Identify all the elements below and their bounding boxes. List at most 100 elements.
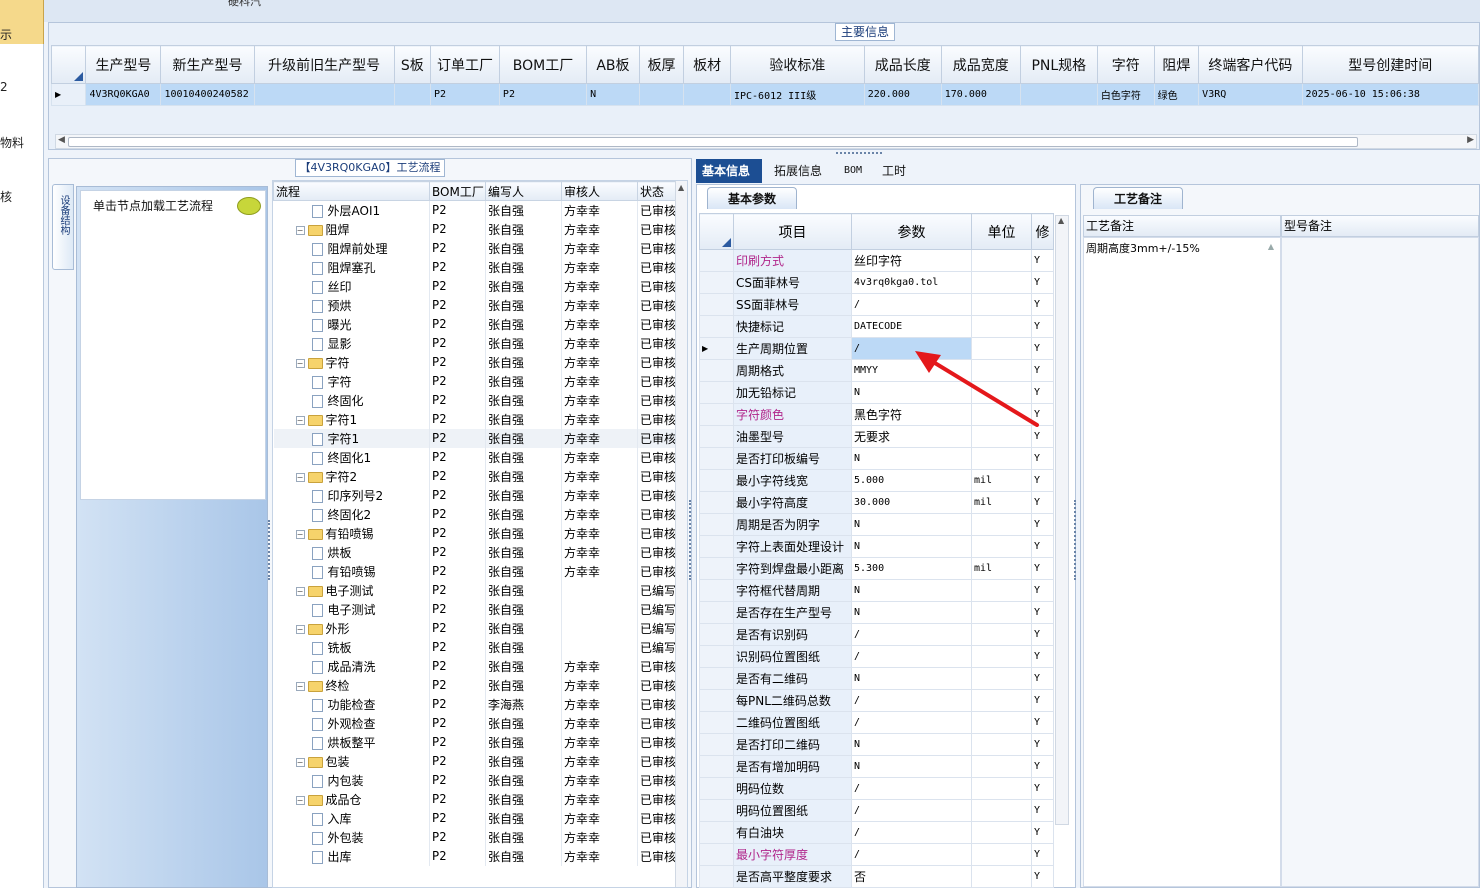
tree-row[interactable]: 外包装 P2 张自强 方幸幸 已审核 (273, 827, 678, 847)
cell[interactable]: 绿色 (1153, 83, 1200, 106)
tree-scrollbar[interactable]: ▲ (675, 181, 687, 887)
collapse-icon[interactable]: − (295, 624, 305, 634)
tree-row[interactable]: 曝光 P2 张自强 方幸幸 已审核 (273, 314, 678, 334)
tree-row[interactable]: − 字符2 P2 张自强 方幸幸 已审核 (273, 466, 678, 486)
collapse-icon[interactable]: − (295, 586, 305, 596)
row-header[interactable] (699, 271, 734, 294)
param-value[interactable]: 5.000 (851, 469, 972, 492)
column-header[interactable]: 升级前旧生产型号 (253, 45, 395, 84)
column-header[interactable]: 生产型号 (85, 45, 162, 84)
collapse-icon[interactable]: − (295, 225, 305, 235)
tab-work-hours[interactable]: 工时 (876, 159, 912, 183)
tree-node[interactable]: 电子测试 (273, 599, 430, 619)
collapse-icon[interactable]: − (295, 415, 305, 425)
column-header[interactable]: 阻焊 (1153, 45, 1200, 84)
cell[interactable]: 220.000 (863, 83, 942, 106)
column-header[interactable]: PNL规格 (1019, 45, 1098, 84)
param-value[interactable]: N (851, 513, 972, 536)
row-header[interactable] (699, 799, 734, 822)
row-header[interactable] (699, 689, 734, 712)
tree-node[interactable]: 终固化 (273, 390, 430, 410)
vertical-splitter[interactable] (268, 520, 271, 580)
tree-row[interactable]: − 成品仓 P2 张自强 方幸幸 已审核 (273, 789, 678, 809)
param-row[interactable]: SS面菲林号 / Y (699, 293, 1054, 316)
tree-row[interactable]: 烘板整平 P2 张自强 方幸幸 已审核 (273, 732, 678, 752)
param-row[interactable]: 油墨型号 无要求 Y (699, 425, 1054, 448)
column-header[interactable]: 终端客户代码 (1198, 45, 1303, 84)
column-header[interactable]: 成品长度 (863, 45, 942, 84)
column-header[interactable]: 板材 (683, 45, 731, 84)
column-header[interactable]: 板厚 (638, 45, 685, 84)
row-header[interactable] (699, 843, 734, 866)
collapse-icon[interactable]: − (295, 757, 305, 767)
cell[interactable] (1019, 83, 1098, 106)
tree-node[interactable]: − 字符1 (273, 409, 430, 429)
tree-node[interactable]: 阻焊前处理 (273, 238, 430, 258)
collapse-icon[interactable]: − (295, 681, 305, 691)
param-value[interactable]: / (851, 777, 972, 800)
tree-row[interactable]: 内包装 P2 张自强 方幸幸 已审核 (273, 770, 678, 790)
tree-node[interactable]: 曝光 (273, 314, 430, 334)
right-splitter[interactable] (689, 500, 692, 580)
tree-row[interactable]: 终固化1 P2 张自强 方幸幸 已审核 (273, 447, 678, 467)
tree-node[interactable]: 丝印 (273, 276, 430, 296)
tree-row[interactable]: 有铅喷锡 P2 张自强 方幸幸 已审核 (273, 561, 678, 581)
tree-node[interactable]: 阻焊塞孔 (273, 257, 430, 277)
tree-row[interactable]: − 包装 P2 张自强 方幸幸 已审核 (273, 751, 678, 771)
column-header[interactable]: 状态 (637, 181, 678, 201)
tree-row[interactable]: 终固化2 P2 张自强 方幸幸 已审核 (273, 504, 678, 524)
param-value[interactable]: / (851, 623, 972, 646)
param-value[interactable]: N (851, 447, 972, 470)
tree-node[interactable]: 内包装 (273, 770, 430, 790)
row-header[interactable] (699, 535, 734, 558)
row-header[interactable] (699, 403, 734, 426)
param-value[interactable]: / (851, 689, 972, 712)
tree-node[interactable]: 有铅喷锡 (273, 561, 430, 581)
scroll-left-icon[interactable]: ◀ (58, 135, 65, 145)
cell[interactable]: P2 (430, 83, 500, 106)
param-value[interactable]: 无要求 (851, 425, 972, 448)
param-row[interactable]: 最小字符高度 30.000 mil Y (699, 491, 1054, 514)
param-value[interactable]: / (851, 843, 972, 866)
cell[interactable]: 白色字符 (1096, 83, 1155, 106)
param-value[interactable]: N (851, 535, 972, 558)
tree-node[interactable]: 终固化2 (273, 504, 430, 524)
tree-row[interactable]: 烘板 P2 张自强 方幸幸 已审核 (273, 542, 678, 562)
row-header[interactable] (699, 359, 734, 382)
tree-row[interactable]: 预烘 P2 张自强 方幸幸 已审核 (273, 295, 678, 315)
tree-row[interactable]: 终固化 P2 张自强 方幸幸 已审核 (273, 390, 678, 410)
nav-item-3[interactable]: 核 (0, 188, 44, 205)
column-header[interactable]: 成品宽度 (940, 45, 1021, 84)
param-value[interactable]: N (851, 667, 972, 690)
column-header[interactable]: 单位 (971, 213, 1032, 250)
param-row[interactable]: 字符框代替周期 N Y (699, 579, 1054, 602)
tab-basic-info[interactable]: 基本信息 (696, 159, 762, 183)
param-row[interactable]: 是否有增加明码 N Y (699, 755, 1054, 778)
row-header[interactable] (699, 513, 734, 536)
tree-node[interactable]: 烘板 (273, 542, 430, 562)
cell[interactable]: IPC-6012 III级 (729, 83, 865, 106)
collapse-icon[interactable]: − (295, 795, 305, 805)
param-value[interactable]: N (851, 579, 972, 602)
cell[interactable] (638, 83, 685, 106)
row-header[interactable]: ▶ (699, 337, 734, 360)
column-header[interactable]: AB板 (586, 45, 640, 84)
column-header[interactable]: 型号创建时间 (1301, 45, 1480, 84)
param-value[interactable]: N (851, 755, 972, 778)
param-row[interactable]: 字符到焊盘最小距离 5.300 mil Y (699, 557, 1054, 580)
tree-row[interactable]: − 外形 P2 张自强 已编写 (273, 618, 678, 638)
param-row[interactable]: 是否高平整度要求否 Y (699, 865, 1054, 888)
tree-row[interactable]: − 字符 P2 张自强 方幸幸 已审核 (273, 352, 678, 372)
splitter-handle[interactable] (836, 152, 882, 156)
param-row[interactable]: 明码位数 / Y (699, 777, 1054, 800)
cell[interactable]: 170.000 (940, 83, 1021, 106)
param-row[interactable]: 是否存在生产型号 N Y (699, 601, 1054, 624)
row-header[interactable] (699, 601, 734, 624)
param-row[interactable]: 有白油块 / Y (699, 821, 1054, 844)
params-scrollbar[interactable]: ▲ (1055, 215, 1069, 825)
main-info-row[interactable]: ▶ 4V3RQ0KGA0 10010400240582 P2 P2 N IPC-6012 I… (50, 83, 1480, 106)
tree-row[interactable]: 阻焊塞孔 P2 张自强 方幸幸 已审核 (273, 257, 678, 277)
tab-extended-info[interactable]: 拓展信息 (768, 159, 828, 183)
param-value[interactable]: / (851, 645, 972, 668)
scroll-up-icon[interactable]: ▲ (1268, 242, 1274, 251)
